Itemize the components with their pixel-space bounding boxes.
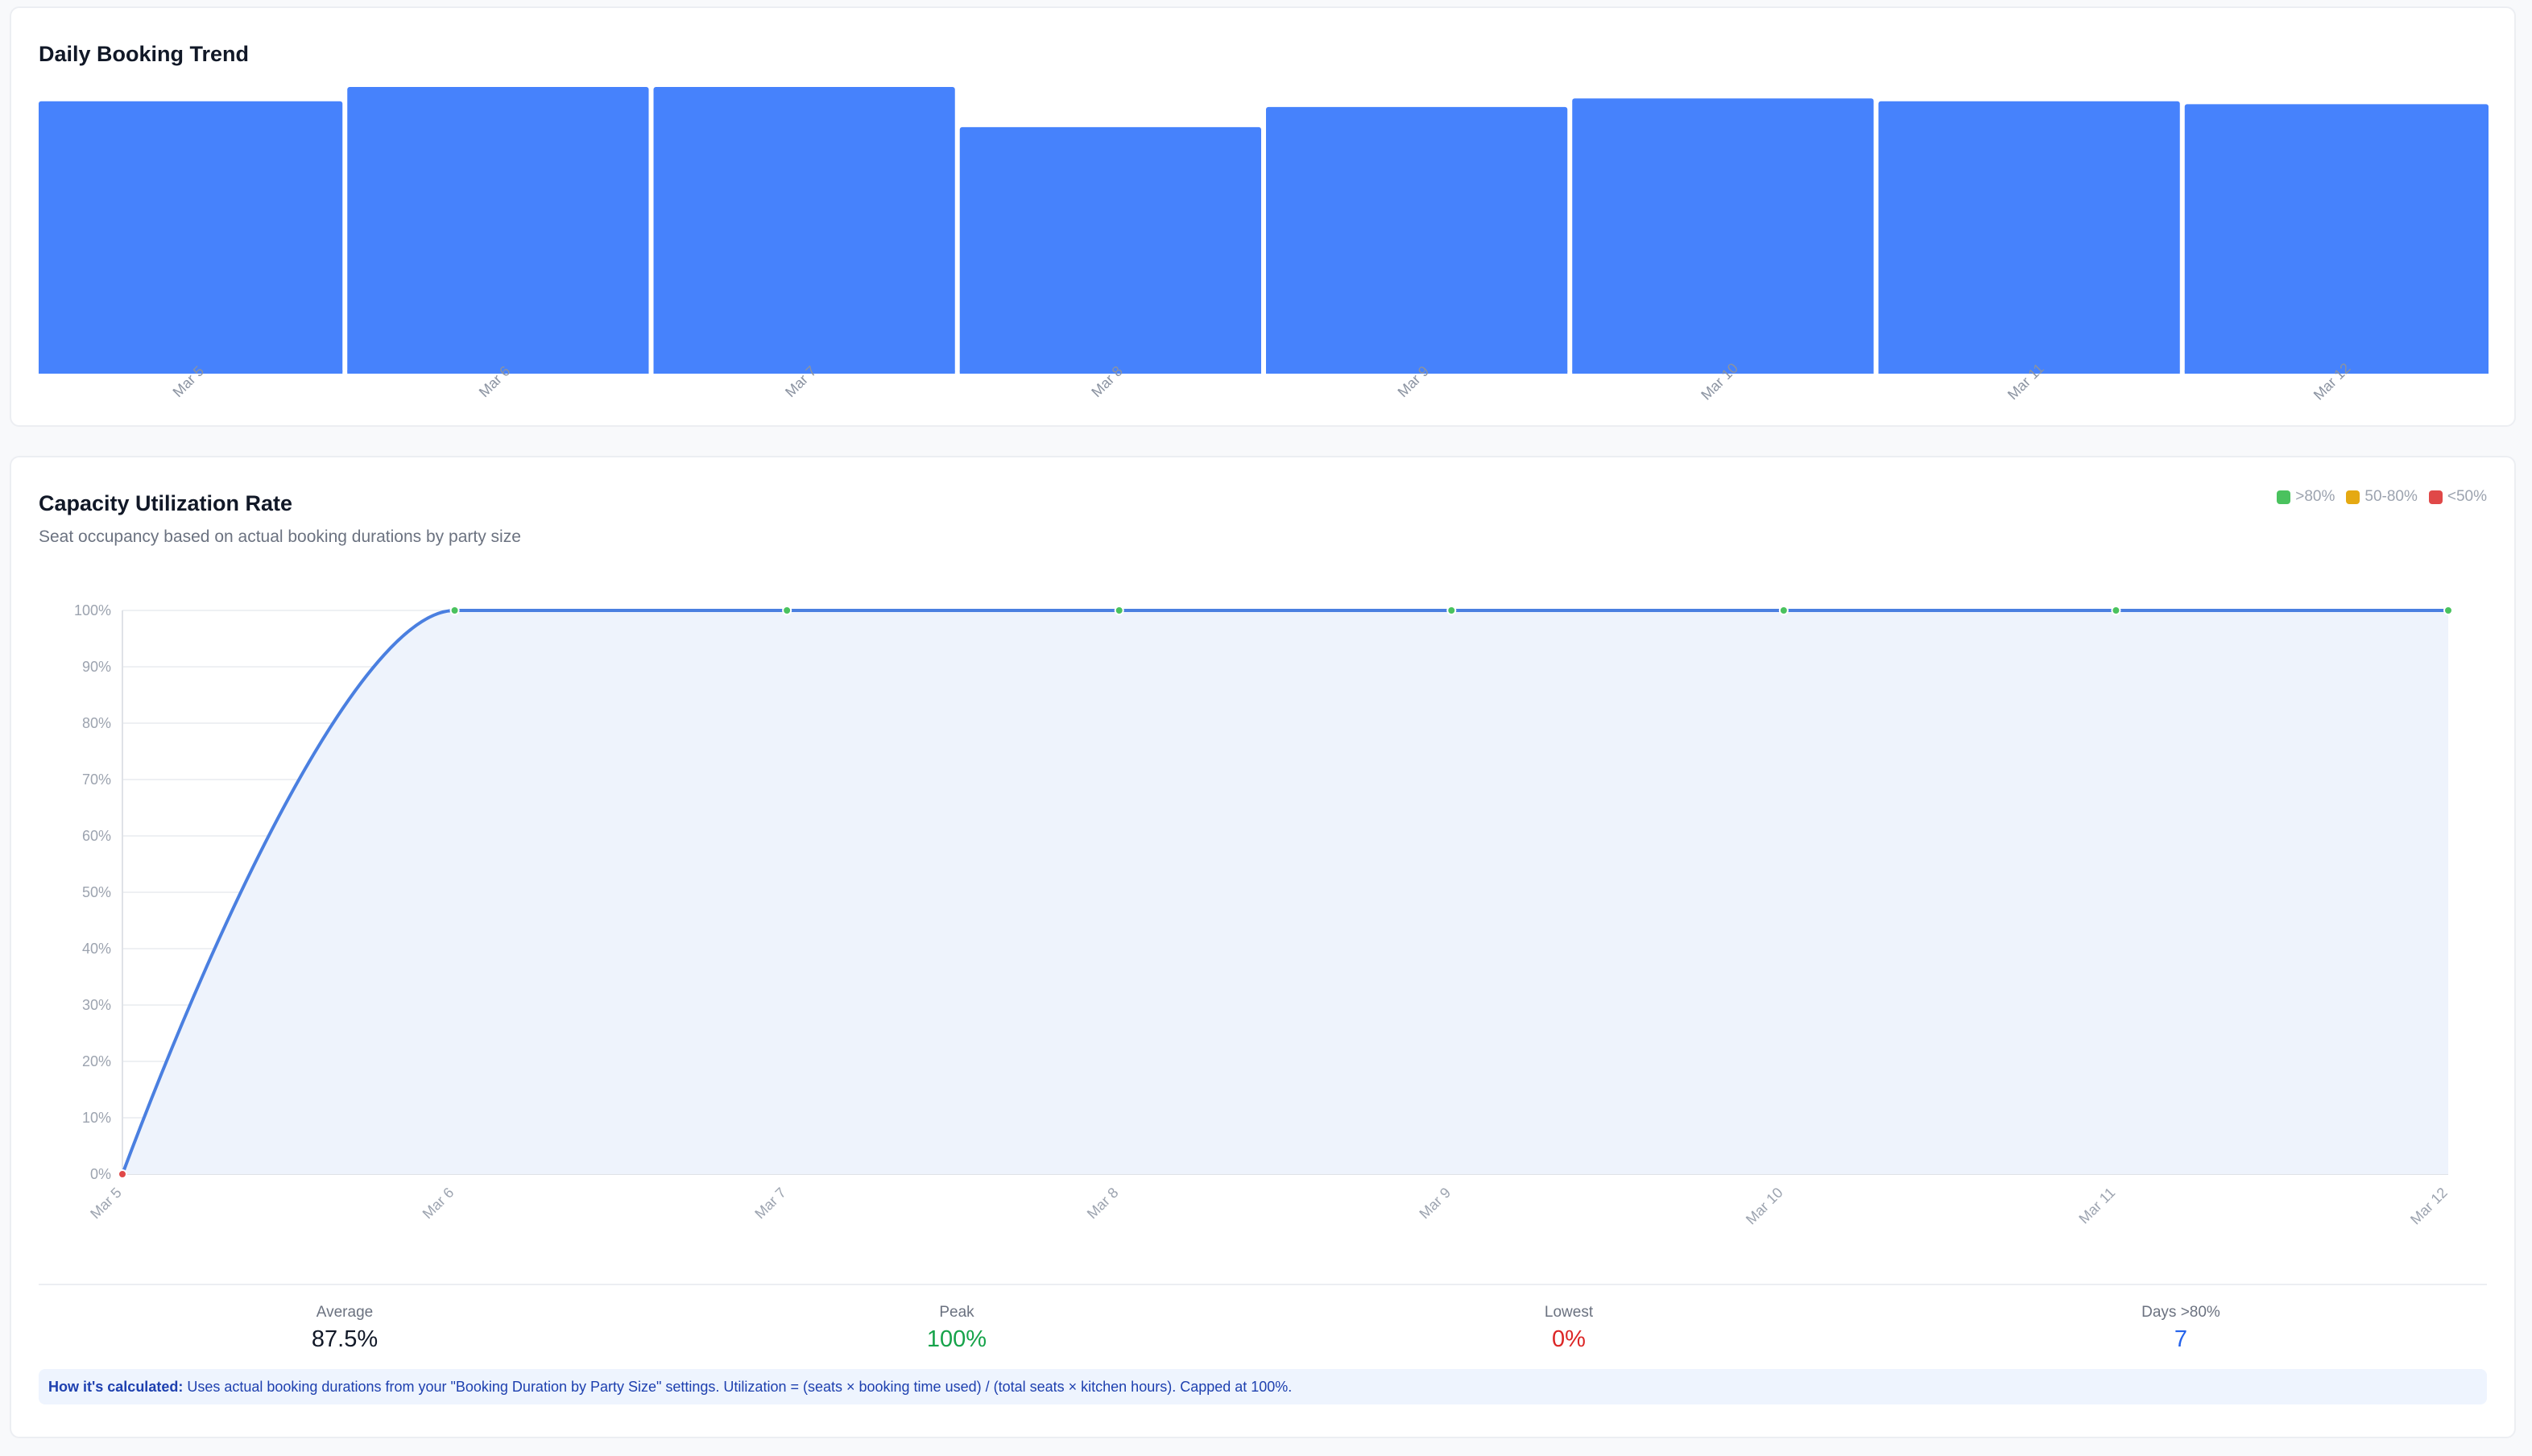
y-tick-label: 10% bbox=[82, 1110, 111, 1126]
data-point-mar-11 bbox=[2111, 606, 2121, 615]
calculation-info-heading: How it's calculated: bbox=[48, 1378, 184, 1395]
y-tick-label: 60% bbox=[82, 828, 111, 844]
stat-peak-value: 100% bbox=[926, 1326, 987, 1352]
data-point-mar-6 bbox=[449, 606, 460, 615]
data-point-mar-9 bbox=[1446, 606, 1457, 615]
y-tick-label: 0% bbox=[90, 1166, 111, 1182]
capacity-utilization-chart: 0% 10% 20% 30% 40% 50% 60% 70% 80% 90% 100% Mar 5 Ma… bbox=[74, 602, 2453, 1228]
stat-days-above-80-label: Days >80% bbox=[2141, 1304, 2220, 1321]
y-tick-label: 70% bbox=[82, 771, 111, 788]
stat-average-value: 87.5% bbox=[311, 1326, 379, 1352]
y-tick-label: 90% bbox=[82, 659, 111, 675]
stat-lowest: Lowest 0% bbox=[1263, 1305, 1875, 1351]
stat-lowest-label: Lowest bbox=[1544, 1304, 1594, 1321]
x-tick-label: Mar 8 bbox=[1084, 1185, 1122, 1222]
stat-average-label: Average bbox=[316, 1304, 374, 1321]
calculation-info-box: How it's calculated: Uses actual booking… bbox=[39, 1369, 2487, 1404]
stat-days-above-80: Days >80% 7 bbox=[1875, 1305, 2487, 1351]
x-tick-label: Mar 12 bbox=[2407, 1185, 2451, 1228]
bar-mar-5 bbox=[39, 101, 343, 374]
utilization-stats: Average 87.5% Peak 100% Lowest 0% Days >… bbox=[39, 1305, 2487, 1351]
stat-days-above-80-value: 7 bbox=[2174, 1326, 2188, 1352]
data-point-mar-10 bbox=[1778, 606, 1789, 615]
y-tick-label: 80% bbox=[82, 715, 111, 731]
x-tick-label: Mar 6 bbox=[420, 1185, 457, 1222]
stat-lowest-value: 0% bbox=[1552, 1326, 1586, 1352]
x-tick-label: Mar 7 bbox=[751, 1185, 789, 1222]
utilization-area bbox=[122, 610, 2448, 1174]
stat-average: Average 87.5% bbox=[39, 1305, 651, 1351]
bar-mar-8 bbox=[959, 126, 1261, 374]
y-tick-label: 100% bbox=[74, 602, 111, 618]
x-tick-label: Mar 10 bbox=[1743, 1185, 1786, 1228]
daily-booking-trend-chart: Mar 5 Mar 6 Mar 7 Mar 8 Mar 9 Mar 10 Mar 11 Mar… bbox=[39, 87, 2489, 403]
stat-peak: Peak 100% bbox=[651, 1305, 1263, 1351]
y-tick-label: 40% bbox=[82, 941, 111, 957]
stat-peak-label: Peak bbox=[939, 1304, 974, 1321]
x-tick-label: Mar 9 bbox=[1416, 1185, 1454, 1222]
bar-mar-11 bbox=[1878, 101, 2180, 374]
bar-mar-12 bbox=[2184, 104, 2489, 374]
calculation-info-text: Uses actual booking durations from your … bbox=[187, 1378, 1293, 1395]
stats-divider bbox=[39, 1284, 2487, 1285]
data-point-mar-12 bbox=[2443, 606, 2453, 615]
y-tick-label: 30% bbox=[82, 997, 111, 1013]
x-tick-label: Mar 5 bbox=[87, 1185, 125, 1222]
bar-mar-9 bbox=[1266, 106, 1568, 374]
bar-mar-6 bbox=[347, 87, 649, 374]
y-tick-label: 20% bbox=[82, 1053, 111, 1069]
data-point-mar-8 bbox=[1114, 606, 1124, 615]
x-tick-label: Mar 11 bbox=[2075, 1185, 2118, 1227]
capacity-utilization-card: Capacity Utilization Rate Seat occupancy… bbox=[10, 456, 2516, 1438]
data-point-mar-7 bbox=[782, 606, 792, 615]
data-point-mar-5 bbox=[118, 1169, 127, 1179]
bar-mar-10 bbox=[1572, 98, 1874, 374]
daily-booking-trend-card: Daily Booking Trend Mar 5 Mar 6 Mar 7 Mar 8… bbox=[10, 6, 2516, 427]
y-tick-label: 50% bbox=[82, 884, 111, 900]
bar-mar-7 bbox=[653, 87, 955, 374]
